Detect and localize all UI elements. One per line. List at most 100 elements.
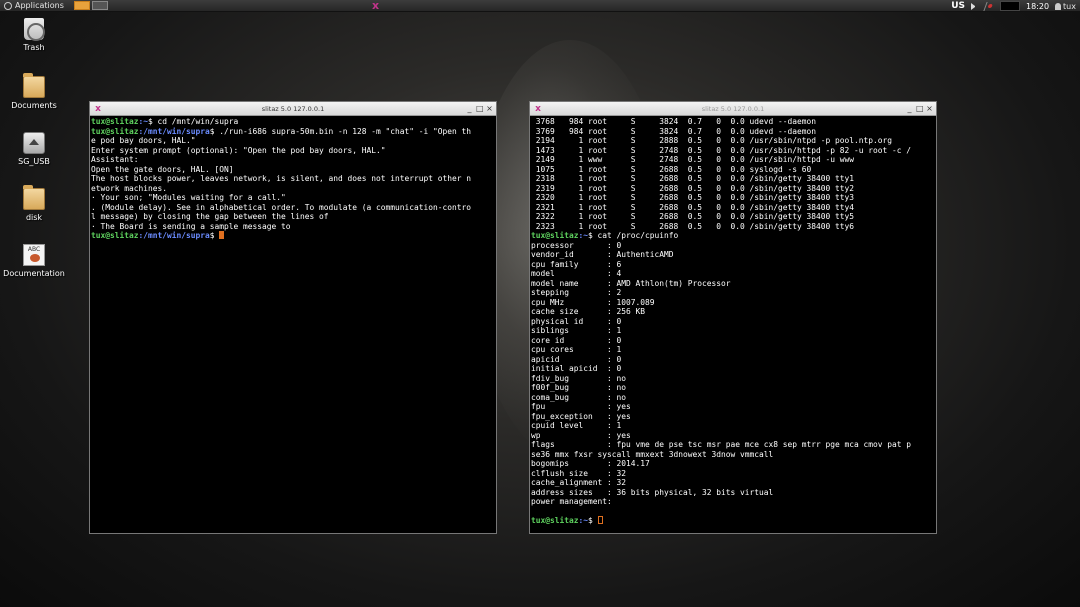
prompt-user: tux@slitaz xyxy=(91,126,139,136)
terminal-line: · The Board is sending a sample message … xyxy=(91,221,291,231)
terminal-output[interactable]: 3768 984 root S 3824 0.7 0 0.0 udevd --d… xyxy=(530,116,936,527)
prompt-path: :/mnt/win/supra xyxy=(138,231,210,240)
terminal-line: 2318 1 root S 2688 0.5 0 0.0 /sbin/getty… xyxy=(531,174,855,183)
maximize-button[interactable]: □ xyxy=(916,102,924,116)
desktop-icon-documents[interactable]: Documents xyxy=(0,73,69,110)
desktop-icon-label: Documentation xyxy=(3,269,65,278)
terminal-line: · Your son; "Modules waiting for a call.… xyxy=(91,193,286,202)
window-titlebar[interactable]: x slitaz 5.0 127.0.0.1 _ □ × xyxy=(90,102,496,116)
terminal-line: cpu cores : 1 xyxy=(531,345,622,354)
prompt-path: :/mnt/win/supra xyxy=(138,126,210,136)
applications-label: Applications xyxy=(15,1,64,10)
desktop-icon-sg-usb[interactable]: SG_USB xyxy=(0,132,69,166)
clock[interactable]: 18:20 xyxy=(1026,2,1049,11)
terminal-line: siblings : 1 xyxy=(531,326,622,335)
terminal-line: bogomips : 2014.17 xyxy=(531,459,650,468)
terminal-line: model name : AMD Athlon(tm) Processor xyxy=(531,278,731,288)
terminal-line: Assistant: xyxy=(91,155,139,164)
prompt-user: tux@slitaz xyxy=(531,516,579,525)
terminal-line: tux@slitaz:~$ cd /mnt/win/supra xyxy=(91,117,495,127)
terminal-line: model : 4 xyxy=(531,269,622,278)
maximize-button[interactable]: □ xyxy=(476,102,484,116)
documentation-icon: ABC xyxy=(23,244,45,266)
terminal-line: flags : fpu vme de pse tsc msr pae mce c… xyxy=(531,440,912,449)
terminal-line: 1075 1 root S 2688 0.5 0 0.0 syslogd -s … xyxy=(531,164,812,174)
window-titlebar[interactable]: x slitaz 5.0 127.0.0.1 _ □ × xyxy=(530,102,936,116)
desktop-icon-label: disk xyxy=(25,213,43,222)
command-text: $ xyxy=(588,516,598,525)
documentation-badge: ABC xyxy=(27,246,41,253)
window-title: slitaz 5.0 127.0.0.1 xyxy=(261,105,325,113)
desktop-icon-trash[interactable]: Trash xyxy=(0,18,69,52)
close-button[interactable]: × xyxy=(486,102,493,116)
minimize-button[interactable]: _ xyxy=(906,102,913,116)
terminal-line: etwork machines. xyxy=(91,183,168,193)
prompt-path: :~ xyxy=(578,231,589,240)
desktop-icon-label: SG_USB xyxy=(18,157,50,166)
terminal-line: The host blocks power, leaves network, i… xyxy=(91,174,472,183)
keyboard-layout-indicator[interactable]: US xyxy=(951,1,965,11)
terminal-line: 3769 984 root S 3824 0.7 0 0.0 udevd --d… xyxy=(531,126,817,136)
terminal-line: stepping : 2 xyxy=(531,288,622,297)
terminal-line: e pod bay doors, HAL." xyxy=(91,136,196,145)
user-menu[interactable]: tux xyxy=(1055,2,1076,11)
tray-applet[interactable] xyxy=(999,1,1020,11)
terminal-line: 1473 1 root S 2748 0.5 0 0.0 /usr/sbin/h… xyxy=(531,145,912,155)
terminal-window-left[interactable]: x slitaz 5.0 127.0.0.1 _ □ × tux@slitaz:… xyxy=(89,101,497,534)
command-text: $ xyxy=(209,231,220,240)
terminal-line: initial apicid : 0 xyxy=(531,364,622,373)
prompt-path: :~ xyxy=(578,516,589,525)
terminal-line: 2194 1 root S 2888 0.5 0 0.0 /usr/sbin/n… xyxy=(531,136,893,145)
text-cursor xyxy=(219,231,225,239)
terminal-line: vendor_id : AuthenticAMD xyxy=(531,250,674,259)
volume-icon[interactable] xyxy=(970,2,979,10)
applications-menu-button[interactable]: Applications xyxy=(0,0,68,12)
terminal-line: cache_alignment : 32 xyxy=(531,478,627,487)
user-name: tux xyxy=(1063,1,1076,11)
terminal-line: l message) by closing the gap between th… xyxy=(91,212,329,221)
workspace-2[interactable] xyxy=(91,1,108,10)
workspace-1[interactable] xyxy=(73,1,90,10)
applications-icon xyxy=(4,1,12,10)
slitaz-logo-icon[interactable]: x xyxy=(372,0,379,12)
usb-drive-icon xyxy=(23,132,45,154)
terminal-line: 2320 1 root S 2688 0.5 0 0.0 /sbin/getty… xyxy=(531,193,855,202)
terminal-line: 2323 1 root S 2688 0.5 0 0.0 /sbin/getty… xyxy=(531,221,855,231)
desktop-icon-documentation[interactable]: ABC Documentation xyxy=(0,244,69,278)
user-icon xyxy=(1055,2,1062,10)
terminal-line: . (Module delay). See in alphabetical or… xyxy=(91,202,472,212)
close-button[interactable]: × xyxy=(926,102,933,116)
terminal-line: cpuid level : 1 xyxy=(531,421,622,430)
terminal-window-right[interactable]: x slitaz 5.0 127.0.0.1 _ □ × 3768 984 ro… xyxy=(529,101,937,534)
terminal-output[interactable]: tux@slitaz:~$ cd /mnt/win/supra tux@slita… xyxy=(90,116,496,242)
terminal-line: 2322 1 root S 2688 0.5 0 0.0 /sbin/getty… xyxy=(531,212,855,221)
command-text: $ cat /proc/cpuinfo xyxy=(588,231,679,240)
terminal-line: Enter system prompt (optional): "Open th… xyxy=(91,145,386,155)
command-text: $ cd /mnt/win/supra xyxy=(148,117,239,126)
network-icon[interactable] xyxy=(983,1,996,11)
terminal-line: se36 mmx fxsr syscall mmxext 3dnowext 3d… xyxy=(531,449,774,459)
terminal-line: cache size : 256 KB xyxy=(531,307,646,316)
desktop-icon-label: Trash xyxy=(23,43,45,52)
prompt-user: tux@slitaz xyxy=(91,117,139,126)
window-title: slitaz 5.0 127.0.0.1 xyxy=(701,105,765,113)
folder-icon xyxy=(23,185,45,210)
terminal-line: wp : yes xyxy=(531,430,631,440)
desktop-icon-disk[interactable]: disk xyxy=(0,185,69,222)
terminal-line: tux@slitaz:~$ xyxy=(531,516,935,526)
terminal-line: address sizes : 36 bits physical, 32 bit… xyxy=(531,487,774,497)
command-text: $ ./run-i686 supra-50m.bin -n 128 -m "ch… xyxy=(209,126,472,136)
minimize-button[interactable]: _ xyxy=(466,102,473,116)
terminal-line: Open the gate doors, HAL. [ON] xyxy=(91,164,234,174)
terminal-line: core id : 0 xyxy=(531,335,622,345)
terminal-line: 3768 984 root S 3824 0.7 0 0.0 udevd --d… xyxy=(531,117,817,126)
terminal-line: tux@slitaz:~$ cat /proc/cpuinfo xyxy=(531,231,935,241)
prompt-user: tux@slitaz xyxy=(531,231,579,240)
terminal-line: coma_bug : no xyxy=(531,392,627,402)
window-app-icon[interactable]: x xyxy=(93,104,103,114)
terminal-line: fpu : yes xyxy=(531,402,631,411)
window-app-icon[interactable]: x xyxy=(533,104,543,114)
trash-icon xyxy=(24,18,45,41)
folder-icon xyxy=(23,73,45,98)
